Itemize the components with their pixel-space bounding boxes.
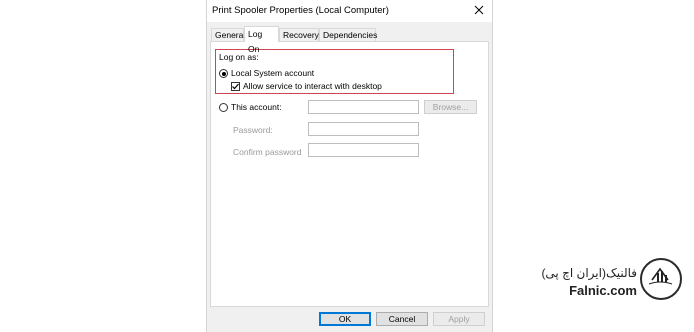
interact-desktop-checkbox[interactable] bbox=[231, 82, 240, 91]
close-icon bbox=[474, 5, 484, 15]
tab-log-on[interactable]: Log On bbox=[244, 26, 279, 54]
this-account-label: This account: bbox=[231, 102, 282, 112]
interact-desktop-label: Allow service to interact with desktop bbox=[243, 81, 382, 91]
checkmark-icon bbox=[232, 83, 239, 90]
confirm-password-input[interactable] bbox=[308, 143, 419, 157]
confirm-password-label: Confirm password bbox=[233, 147, 302, 157]
cancel-button[interactable]: Cancel bbox=[376, 312, 428, 326]
ok-button[interactable]: OK bbox=[319, 312, 371, 326]
close-button[interactable] bbox=[470, 1, 488, 19]
this-account-radio[interactable] bbox=[219, 103, 228, 112]
password-input[interactable] bbox=[308, 122, 419, 136]
local-system-radio[interactable] bbox=[219, 69, 228, 78]
window-title: Print Spooler Properties (Local Computer… bbox=[212, 5, 389, 16]
falnic-logo bbox=[640, 258, 682, 300]
falnic-watermark: فالنیک(ایران اچ پی) Falnic.com bbox=[541, 258, 684, 308]
password-label: Password: bbox=[233, 125, 273, 135]
title-bar: Print Spooler Properties (Local Computer… bbox=[207, 0, 492, 22]
tab-general[interactable]: General bbox=[211, 28, 245, 41]
local-system-label: Local System account bbox=[231, 68, 315, 78]
watermark-persian-text: فالنیک(ایران اچ پی) bbox=[541, 266, 637, 280]
watermark-brand-text: Falnic.com bbox=[569, 283, 637, 298]
tab-strip: General Log On Recovery Dependencies bbox=[207, 26, 492, 54]
this-account-input[interactable] bbox=[308, 100, 419, 114]
tab-recovery[interactable]: Recovery bbox=[279, 28, 319, 41]
apply-button[interactable]: Apply bbox=[433, 312, 485, 326]
falnic-emblem-icon bbox=[648, 267, 673, 285]
service-properties-dialog: Print Spooler Properties (Local Computer… bbox=[206, 0, 493, 332]
browse-button[interactable]: Browse... bbox=[424, 100, 477, 114]
log-on-panel: Log on as: Local System account Allow se… bbox=[210, 41, 489, 307]
tab-dependencies[interactable]: Dependencies bbox=[319, 28, 377, 41]
